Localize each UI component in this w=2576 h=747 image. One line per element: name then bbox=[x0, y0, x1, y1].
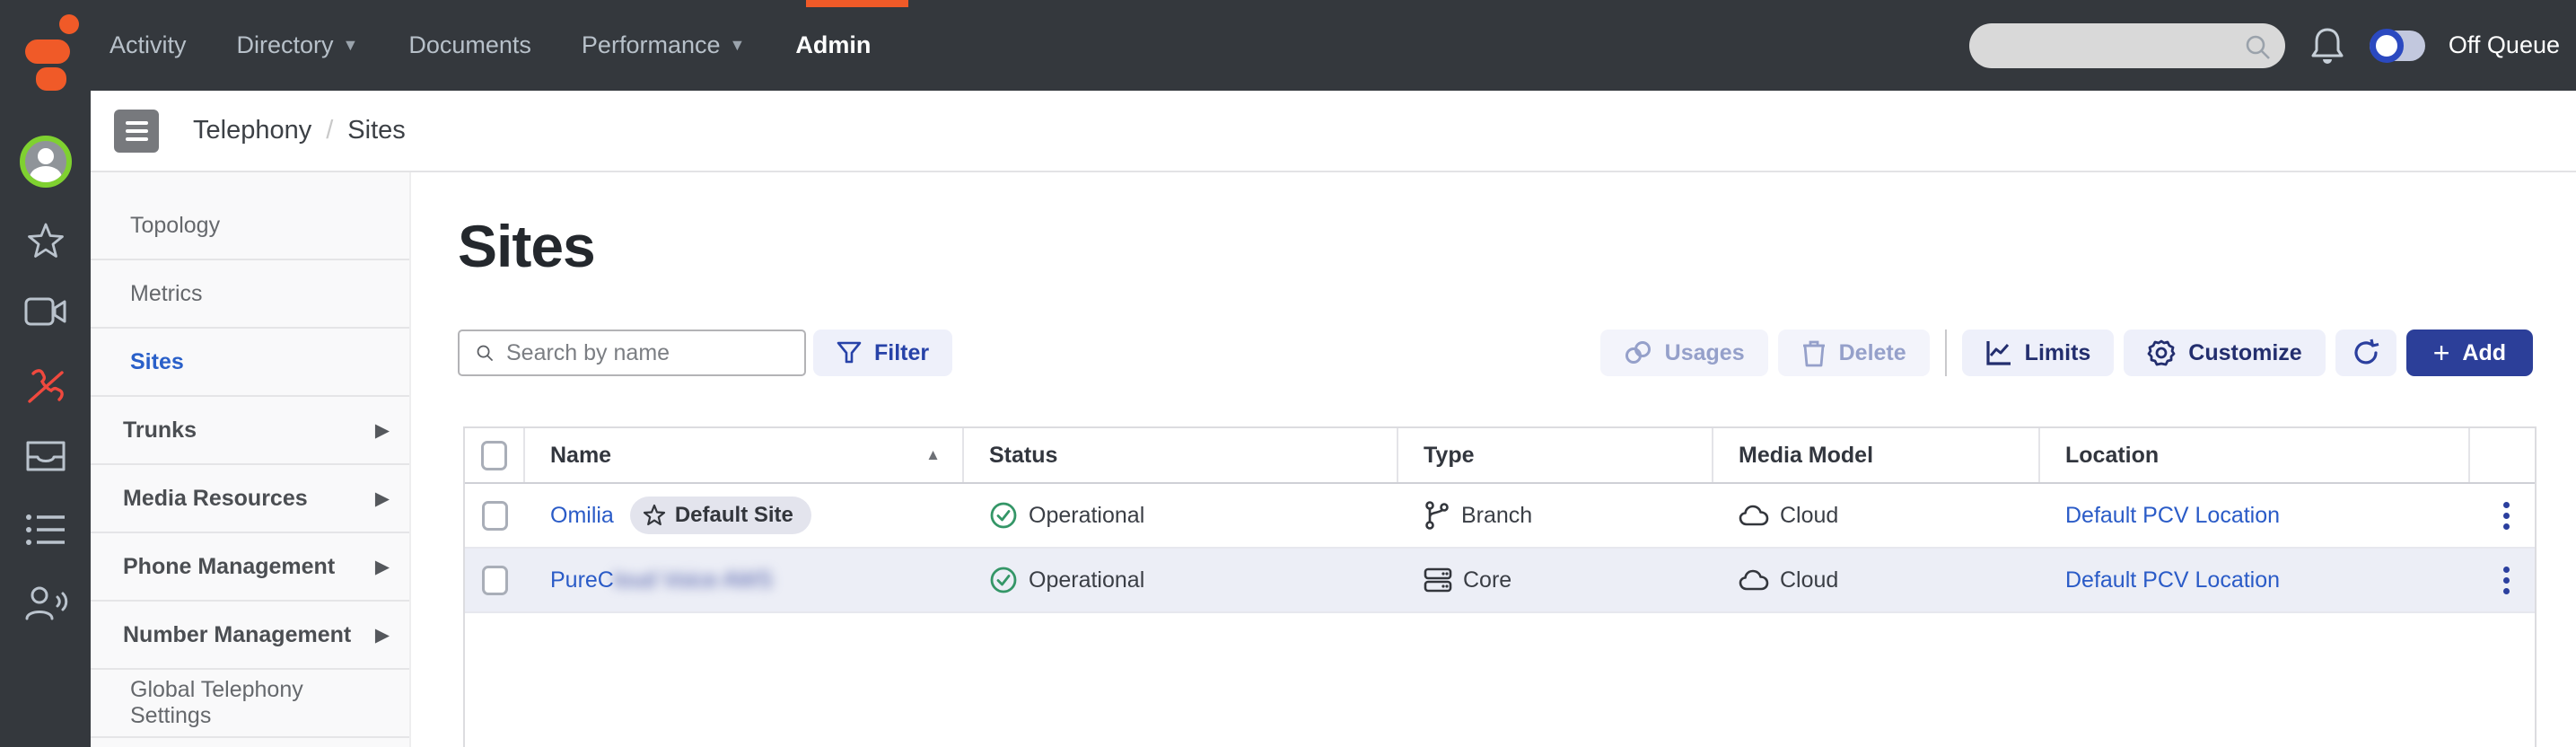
delete-button[interactable]: Delete bbox=[1778, 330, 1930, 376]
chevron-right-icon: ▶ bbox=[375, 624, 390, 646]
user-avatar[interactable] bbox=[0, 136, 91, 188]
video-camera-icon[interactable] bbox=[0, 295, 91, 328]
breadcrumb-page: Sites bbox=[347, 116, 405, 145]
filter-funnel-icon bbox=[837, 340, 862, 365]
sidebar-item-sites[interactable]: Sites bbox=[91, 329, 409, 397]
filter-button[interactable]: Filter bbox=[813, 330, 952, 376]
sidebar-item-global-telephony-settings[interactable]: Global Telephony Settings bbox=[91, 670, 409, 738]
location-link[interactable]: Default PCV Location bbox=[2065, 567, 2280, 593]
row-checkbox[interactable] bbox=[482, 566, 508, 595]
chevron-down-icon: ▼ bbox=[343, 36, 359, 55]
left-icon-rail bbox=[0, 91, 91, 747]
customize-button[interactable]: Customize bbox=[2124, 330, 2325, 376]
nav-performance[interactable]: Performance ▼ bbox=[582, 31, 745, 59]
main-content: Sites Filter Usages bbox=[411, 172, 2576, 747]
status-operational-icon bbox=[989, 566, 1018, 594]
usages-button[interactable]: Usages bbox=[1600, 330, 1768, 376]
sidebar-item-trunks[interactable]: Trunks ▶ bbox=[91, 397, 409, 465]
page-title: Sites bbox=[458, 212, 595, 280]
row-checkbox[interactable] bbox=[482, 501, 508, 531]
link-icon bbox=[1624, 339, 1652, 366]
gear-icon bbox=[2147, 338, 2176, 367]
breadcrumb-section[interactable]: Telephony bbox=[193, 116, 311, 145]
sites-search-input[interactable] bbox=[506, 340, 804, 366]
sidebar-item-media-resources[interactable]: Media Resources ▶ bbox=[91, 465, 409, 533]
chevron-right-icon: ▶ bbox=[375, 488, 390, 510]
column-header-media-model[interactable]: Media Model bbox=[1713, 428, 2040, 482]
select-all-checkbox[interactable] bbox=[481, 441, 507, 470]
row-menu-kebab-icon[interactable] bbox=[2496, 495, 2517, 537]
default-site-badge: Default Site bbox=[630, 497, 811, 534]
toggle-knob bbox=[2370, 29, 2404, 63]
nav-directory[interactable]: Directory ▼ bbox=[237, 31, 359, 59]
topbar-right: Off Queue bbox=[1969, 0, 2560, 91]
table-row: Omilia Default Site Operational bbox=[465, 484, 2535, 549]
core-server-icon bbox=[1424, 567, 1452, 593]
toolbar-actions: Usages Delete Limits bbox=[1600, 330, 2533, 376]
refresh-button[interactable] bbox=[2335, 330, 2396, 376]
off-queue-label: Off Queue bbox=[2449, 31, 2560, 59]
refresh-icon bbox=[2352, 338, 2380, 367]
toolbar-divider bbox=[1945, 330, 1947, 376]
sidebar-item-topology[interactable]: Topology bbox=[91, 192, 409, 260]
nav-activity[interactable]: Activity bbox=[110, 31, 187, 59]
menu-hamburger-button[interactable] bbox=[114, 110, 159, 153]
site-name-link[interactable]: PureCloud Voice AWS bbox=[550, 567, 773, 593]
limits-button[interactable]: Limits bbox=[1962, 330, 2115, 376]
location-link[interactable]: Default PCV Location bbox=[2065, 503, 2280, 529]
table-header: Name ▲ Status Type Media Model Location bbox=[465, 428, 2535, 484]
search-icon bbox=[2244, 33, 2271, 60]
genesys-logo-icon[interactable] bbox=[25, 14, 81, 77]
favorites-star-icon[interactable] bbox=[0, 221, 91, 260]
table-row: PureCloud Voice AWS Operational Core bbox=[465, 549, 2535, 613]
phone-disabled-icon[interactable] bbox=[0, 365, 91, 409]
agent-speaking-icon[interactable] bbox=[0, 584, 91, 622]
nav-documents[interactable]: Documents bbox=[408, 31, 531, 59]
primary-nav: Activity Directory ▼ Documents Performan… bbox=[110, 0, 871, 91]
trash-icon bbox=[1801, 338, 1827, 367]
column-header-type[interactable]: Type bbox=[1398, 428, 1713, 482]
sites-search bbox=[458, 330, 806, 376]
queues-list-icon[interactable] bbox=[0, 513, 91, 547]
add-button[interactable]: + Add bbox=[2406, 330, 2533, 376]
search-icon bbox=[476, 340, 494, 365]
inbox-tray-icon[interactable] bbox=[0, 439, 91, 473]
star-icon bbox=[643, 504, 666, 527]
sidebar-item-phone-management[interactable]: Phone Management ▶ bbox=[91, 533, 409, 602]
toolbar: Filter Usages Delete bbox=[458, 330, 2533, 376]
site-name-link[interactable]: Omilia bbox=[550, 503, 614, 529]
limits-chart-icon bbox=[1985, 339, 2012, 366]
chevron-right-icon: ▶ bbox=[375, 419, 390, 442]
cloud-icon bbox=[1739, 568, 1769, 592]
column-header-location[interactable]: Location bbox=[2040, 428, 2470, 482]
sites-table: Name ▲ Status Type Media Model Location bbox=[463, 426, 2537, 747]
breadcrumb-separator: / bbox=[326, 116, 333, 145]
active-tab-accent bbox=[806, 0, 908, 7]
telephony-sidebar: Topology Metrics Sites Trunks ▶ Media Re… bbox=[91, 172, 411, 747]
sidebar-item-metrics[interactable]: Metrics bbox=[91, 260, 409, 329]
column-header-status[interactable]: Status bbox=[964, 428, 1398, 482]
redacted-site-name: loud Voice AWS bbox=[614, 567, 773, 593]
column-header-name[interactable]: Name ▲ bbox=[525, 428, 964, 482]
sort-ascending-icon[interactable]: ▲ bbox=[925, 446, 941, 464]
queue-status-toggle[interactable] bbox=[2370, 31, 2425, 61]
branch-icon bbox=[1424, 500, 1450, 531]
chevron-down-icon: ▼ bbox=[730, 36, 746, 55]
status-operational-icon bbox=[989, 501, 1018, 530]
breadcrumb-bar: Telephony / Sites bbox=[91, 91, 2576, 172]
top-bar: Activity Directory ▼ Documents Performan… bbox=[0, 0, 2576, 91]
plus-icon: + bbox=[2433, 338, 2450, 367]
breadcrumb: Telephony / Sites bbox=[193, 116, 406, 145]
cloud-icon bbox=[1739, 504, 1769, 527]
row-menu-kebab-icon[interactable] bbox=[2496, 559, 2517, 602]
chevron-right-icon: ▶ bbox=[375, 556, 390, 578]
nav-admin[interactable]: Admin bbox=[795, 31, 871, 59]
column-header-actions bbox=[2470, 428, 2535, 482]
global-search bbox=[1969, 23, 2285, 68]
sidebar-item-number-management[interactable]: Number Management ▶ bbox=[91, 602, 409, 670]
